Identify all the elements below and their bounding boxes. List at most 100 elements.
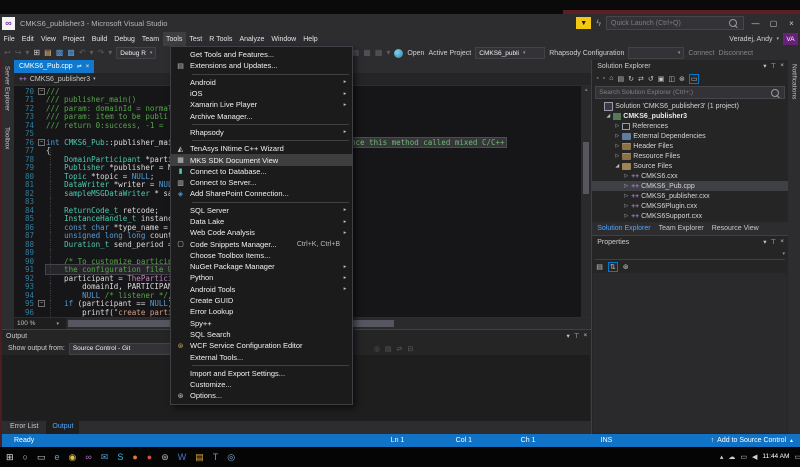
menubar-item-view[interactable]: View — [37, 32, 59, 46]
menubar-item-team[interactable]: Team — [138, 32, 162, 46]
tools-menu-item-mks-sdk-document-view[interactable]: ▦MKS SDK Document View — [171, 154, 352, 165]
tools-menu-item-choose-toolbox-items[interactable]: Choose Toolbox Items... — [171, 250, 352, 261]
file-explorer-icon[interactable]: ▤ — [195, 453, 204, 462]
word-icon[interactable]: W — [178, 453, 187, 462]
window-position-dropdown-icon[interactable]: ▾ — [763, 238, 766, 246]
task-view-icon[interactable]: ▭ — [37, 453, 46, 462]
collapsed-arrow-icon[interactable]: ▷ — [614, 133, 620, 139]
tools-menu-item-wcf-service-configuration-editor[interactable]: ⊛WCF Service Configuration Editor — [171, 340, 352, 351]
menubar-item-file[interactable]: File — [0, 32, 18, 46]
tree-item-cmks6-pub-cpp[interactable]: ▷++CMKS6_Pub.cpp — [592, 181, 788, 191]
rhapsody-configuration-dropdown[interactable]: ▾ — [628, 47, 684, 59]
quick-launch-input[interactable]: Quick Launch (Ctrl+Q) — [606, 16, 744, 30]
close-icon[interactable]: × — [780, 238, 784, 246]
new-project-icon[interactable]: ⊞ — [33, 49, 40, 57]
expanded-arrow-icon[interactable]: ◢ — [614, 163, 620, 169]
tab-resource-view[interactable]: Resource View — [712, 225, 759, 232]
nav-back-icon[interactable]: ↩ — [4, 49, 11, 57]
user-dropdown-icon[interactable]: ▾ — [776, 36, 779, 42]
tools-menu-item-sql-server[interactable]: SQL Server▸ — [171, 205, 352, 216]
tab-toolbox[interactable]: Toolbox — [4, 127, 11, 149]
tree-item-solution-cmks6-publisher3-1-project[interactable]: Solution 'CMKS6_publisher3' (1 project) — [592, 101, 788, 111]
nav-overflow-icon[interactable]: ▾ — [25, 49, 29, 57]
tools-menu-item-import-and-export-settings[interactable]: Import and Export Settings... — [171, 368, 352, 379]
action-center-icon[interactable]: ▭ — [794, 453, 800, 461]
tools-menu-item-code-snippets-manager[interactable]: ▢Code Snippets Manager...Ctrl+K, Ctrl+B — [171, 238, 352, 249]
breadcrumb-dropdown-icon[interactable]: ▾ — [93, 76, 96, 82]
sync-with-active-document-icon[interactable]: ⇄ — [638, 75, 644, 83]
menubar-item-build[interactable]: Build — [88, 32, 111, 46]
vertical-scrollbar[interactable]: ▲ — [581, 86, 591, 317]
solution-explorer-search-input[interactable]: Search Solution Explorer (Ctrl+;) — [595, 86, 785, 99]
menubar-item-analyze[interactable]: Analyze — [236, 32, 268, 46]
tools-menu-item-get-tools-and-features[interactable]: Get Tools and Features... — [171, 49, 352, 60]
refresh-icon[interactable]: ↺ — [648, 75, 654, 83]
tools-menu-item-python[interactable]: Python▸ — [171, 272, 352, 283]
tools-menu-item-options[interactable]: ⊛Options... — [171, 390, 352, 401]
clock[interactable]: 11:44 AM — [762, 453, 789, 460]
alphabetical-icon[interactable]: ⇅ — [608, 262, 618, 272]
collapsed-arrow-icon[interactable]: ▷ — [614, 143, 620, 149]
tree-item-source-files[interactable]: ◢Source Files — [592, 161, 788, 171]
add-to-source-control-button[interactable]: ↑ Add to Source Control ▲ — [711, 437, 794, 444]
firefox-icon[interactable]: ● — [132, 453, 137, 462]
tools-menu-item-nuget-package-manager[interactable]: NuGet Package Manager▸ — [171, 261, 352, 272]
tree-item-cmks6-publisher3[interactable]: ◢CMKS6_publisher3 — [592, 111, 788, 121]
tab-team-explorer[interactable]: Team Explorer — [659, 225, 704, 232]
menubar-item-r-tools[interactable]: R Tools — [206, 32, 236, 46]
edge-icon[interactable]: e — [55, 453, 60, 462]
send-feedback-icon[interactable]: ϟ — [596, 18, 601, 28]
tools-menu-item-sql-search[interactable]: SQL Search — [171, 329, 352, 340]
clear-all-icon[interactable]: ▤ — [385, 345, 392, 353]
home-icon[interactable]: ⌂ — [609, 75, 613, 82]
tab-server-explorer[interactable]: Server Explorer — [4, 66, 11, 111]
tree-item-references[interactable]: ▷References — [592, 121, 788, 131]
tray-expand-icon[interactable]: ▴ — [720, 453, 724, 461]
active-project-dropdown[interactable]: CMKS6_publi▾ — [475, 47, 545, 59]
collapsed-arrow-icon[interactable]: ▷ — [614, 153, 620, 159]
menubar-item-window[interactable]: Window — [268, 32, 300, 46]
tools-menu-item-rhapsody[interactable]: Rhapsody▸ — [171, 127, 352, 138]
toggle-word-wrap-icon[interactable]: ⇄ — [397, 345, 403, 353]
start-icon[interactable]: ⊞ — [6, 453, 14, 462]
show-all-files-icon[interactable]: ◫ — [668, 75, 675, 83]
vertical-scrollbar-thumb[interactable] — [583, 142, 589, 194]
collapsed-arrow-icon[interactable]: ▷ — [623, 173, 629, 179]
fold-marker-icon[interactable] — [37, 88, 46, 95]
redo-dropdown-icon[interactable]: ▾ — [108, 49, 112, 57]
redo-icon[interactable]: ↷ — [98, 49, 105, 57]
close-button[interactable]: × — [785, 19, 798, 28]
disconnect-button[interactable]: Disconnect — [718, 50, 753, 57]
open-file-icon[interactable]: ▤ — [44, 49, 52, 57]
forward-icon[interactable]: ◦ — [603, 75, 605, 82]
tree-item-cmks6plugin-cxx[interactable]: ▷++CMKS6Plugin.cxx — [592, 201, 788, 211]
toolbar-overflow-icon[interactable]: ▾ — [386, 49, 390, 57]
collapse-output-icon[interactable]: ⊟ — [407, 345, 413, 353]
pin-icon[interactable]: ⊤ — [771, 62, 777, 70]
volume-icon[interactable]: ◀ — [752, 453, 757, 461]
collapsed-arrow-icon[interactable]: ▷ — [623, 213, 629, 219]
expanded-arrow-icon[interactable]: ◢ — [605, 113, 611, 119]
pin-icon[interactable]: ⊤ — [574, 332, 580, 340]
undo-icon[interactable]: ↶ — [79, 49, 86, 57]
categorized-icon[interactable]: ▤ — [596, 263, 603, 271]
undo-dropdown-icon[interactable]: ▾ — [90, 49, 94, 57]
tools-menu-item-tenasys-intime-c-wizard[interactable]: ◭TenAsys INtime C++ Wizard — [171, 143, 352, 154]
app-red-icon[interactable]: ● — [147, 453, 152, 462]
solution-configuration-dropdown[interactable]: Debug R▾ — [116, 47, 156, 59]
tools-menu-item-connect-to-database[interactable]: ▮Connect to Database... — [171, 166, 352, 177]
tools-menu-item-android[interactable]: Android▸ — [171, 77, 352, 88]
tab-close-icon[interactable]: × — [86, 64, 90, 70]
tools-menu-item-ios[interactable]: iOS▸ — [171, 88, 352, 99]
tree-item-header-files[interactable]: ▷Header Files — [592, 141, 788, 151]
save-icon[interactable]: ▩ — [56, 49, 64, 57]
tree-item-cmks6support-cxx[interactable]: ▷++CMKS6Support.cxx — [592, 211, 788, 221]
save-all-icon[interactable]: ▩ — [67, 49, 75, 57]
collapse-all-icon[interactable]: ▣ — [658, 75, 665, 83]
tools-menu-item-extensions-and-updates[interactable]: ▤Extensions and Updates... — [171, 60, 352, 71]
zoom-control[interactable]: 100 % ▾ — [14, 320, 62, 327]
menubar-item-debug[interactable]: Debug — [111, 32, 139, 46]
menubar-item-project[interactable]: Project — [59, 32, 88, 46]
tools-menu-item-web-code-analysis[interactable]: Web Code Analysis▸ — [171, 227, 352, 238]
menubar-item-test[interactable]: Test — [186, 32, 206, 46]
